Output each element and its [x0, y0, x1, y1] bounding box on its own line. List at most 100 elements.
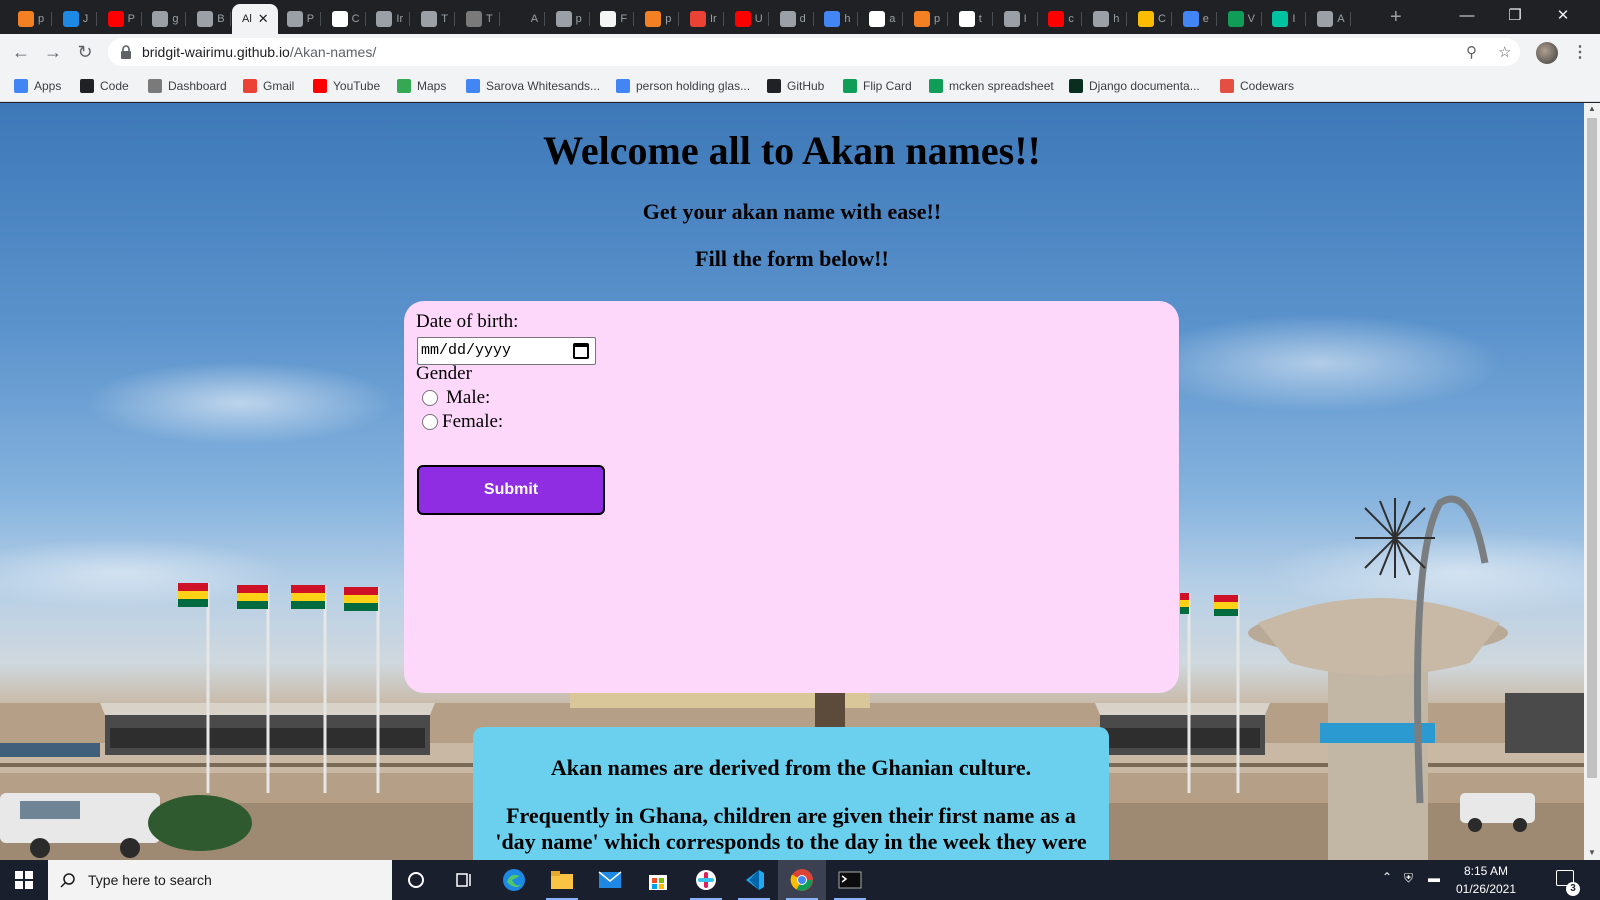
tab[interactable]: C	[322, 4, 366, 34]
tab-favicon-icon	[1272, 11, 1289, 27]
tab[interactable]: e	[1173, 4, 1217, 34]
tab[interactable]: I	[994, 4, 1038, 34]
tab[interactable]: V	[1218, 4, 1262, 34]
tab[interactable]: h	[814, 4, 859, 34]
bookmark-item[interactable]: Code	[80, 77, 129, 95]
lock-icon	[121, 45, 131, 59]
tab[interactable]: J	[53, 4, 97, 34]
edge-icon[interactable]	[490, 860, 538, 900]
tab-title: d	[799, 13, 806, 25]
bookmark-item[interactable]: Sarova Whitesands...	[466, 77, 600, 95]
slack-icon[interactable]	[682, 860, 730, 900]
security-tray-icon[interactable]: ⛨	[1404, 871, 1413, 886]
dob-date-input[interactable]: mm/dd/yyyy	[417, 337, 596, 365]
tab[interactable]: A	[1307, 4, 1352, 34]
male-label: Male:	[446, 387, 491, 408]
bookmark-item[interactable]: mcken spreadsheet	[929, 77, 1054, 95]
tab[interactable]: I	[1262, 4, 1307, 34]
submit-button[interactable]: Submit	[417, 465, 605, 515]
back-icon[interactable]: ←	[10, 41, 32, 63]
task-view-icon[interactable]	[440, 860, 488, 900]
address-bar[interactable]: bridgit-wairimu.github.io/Akan-names/ ⚲ …	[108, 38, 1520, 66]
chrome-icon[interactable]	[778, 860, 826, 900]
tab[interactable]: T	[411, 4, 456, 34]
tab[interactable]: Ir	[366, 4, 411, 34]
bookmark-item[interactable]: Flip Card	[843, 77, 912, 95]
scroll-up-icon[interactable]: ▲	[1588, 104, 1596, 113]
tab[interactable]: d	[770, 4, 814, 34]
tab[interactable]: P	[277, 4, 321, 34]
profile-avatar[interactable]	[1536, 42, 1558, 64]
battery-icon[interactable]: ▬	[1428, 871, 1440, 885]
tab[interactable]: p	[8, 4, 52, 34]
browser-tab-strip: + — ❐ ✕ p J Pg B Al ✕ P C Ir T T Ap Fp Ir Ud h a p t Ic h Ce V…	[0, 0, 1600, 34]
new-tab-button[interactable]: +	[1390, 6, 1402, 29]
tab[interactable]: U	[725, 4, 769, 34]
bookmark-star-icon[interactable]: ☆	[1498, 43, 1511, 61]
reload-icon[interactable]: ↻	[74, 41, 96, 63]
bookmark-item[interactable]: Codewars	[1220, 77, 1294, 95]
bookmark-item[interactable]: Apps	[14, 77, 61, 95]
calendar-icon[interactable]	[573, 343, 589, 359]
tab[interactable]: p	[904, 4, 948, 34]
tab-favicon-icon	[510, 11, 527, 27]
tab-active[interactable]: Al ✕	[232, 4, 278, 34]
bookmark-item[interactable]: Dashboard	[148, 77, 227, 95]
bookmark-label: Django documenta...	[1089, 79, 1200, 93]
tab-title: e	[1202, 13, 1209, 25]
minimize-button[interactable]: —	[1444, 0, 1490, 30]
bookmark-item[interactable]: Maps	[397, 77, 446, 95]
zoom-icon[interactable]: ⚲	[1466, 43, 1477, 61]
bookmark-item[interactable]: Gmail	[243, 77, 294, 95]
tab-title: P	[127, 13, 135, 25]
tab[interactable]: p	[635, 4, 680, 34]
browser-toolbar: ← → ↻ bridgit-wairimu.github.io/Akan-nam…	[0, 34, 1600, 70]
vscode-icon[interactable]	[730, 860, 778, 900]
tab[interactable]: F	[590, 4, 635, 34]
tab[interactable]: T	[456, 4, 500, 34]
cortana-icon[interactable]	[392, 860, 440, 900]
mail-icon[interactable]	[586, 860, 634, 900]
restore-button[interactable]: ❐	[1492, 0, 1538, 30]
tab-favicon-icon	[62, 11, 79, 27]
tab[interactable]: A	[501, 4, 545, 34]
close-window-button[interactable]: ✕	[1540, 0, 1586, 30]
clock-date[interactable]: 01/26/2021	[1446, 882, 1526, 896]
tab[interactable]: g	[142, 4, 187, 34]
tab-favicon-icon	[286, 11, 303, 27]
clock-time[interactable]: 8:15 AM	[1446, 864, 1526, 878]
tab-favicon-icon	[690, 11, 706, 27]
tab[interactable]: c	[1038, 4, 1083, 34]
tab[interactable]: P	[98, 4, 142, 34]
tab[interactable]: t	[949, 4, 993, 34]
store-icon[interactable]	[634, 860, 682, 900]
tab[interactable]: B	[187, 4, 232, 34]
scroll-down-icon[interactable]: ▼	[1588, 848, 1596, 857]
bookmark-item[interactable]: person holding glas...	[616, 77, 750, 95]
windows-taskbar: Type here to search ⌃ ⛨ ▬ 8:15 AM 01/26/…	[0, 860, 1600, 900]
female-radio[interactable]	[422, 414, 438, 430]
file-explorer-icon[interactable]	[538, 860, 586, 900]
tab-title: Ir	[710, 13, 717, 25]
tab[interactable]: a	[859, 4, 904, 34]
tab-close-icon[interactable]: ✕	[258, 11, 269, 27]
scrollbar-thumb[interactable]	[1587, 118, 1597, 778]
form-instruction: Fill the form below!!	[695, 246, 889, 271]
tab[interactable]: h	[1083, 4, 1128, 34]
forward-icon[interactable]: →	[42, 41, 64, 63]
bookmark-item[interactable]: Django documenta...	[1069, 77, 1200, 95]
tab[interactable]: C	[1128, 4, 1172, 34]
start-button[interactable]	[0, 860, 48, 900]
bookmark-item[interactable]: GitHub	[767, 77, 824, 95]
tab[interactable]: Ir	[680, 4, 724, 34]
tray-expand-icon[interactable]: ⌃	[1382, 870, 1392, 884]
bookmark-label: Code	[100, 79, 129, 93]
male-radio[interactable]	[422, 390, 438, 406]
browser-menu-icon[interactable]: ⋮	[1572, 42, 1588, 62]
taskbar-search[interactable]: Type here to search	[48, 860, 392, 900]
bookmark-item[interactable]: YouTube	[313, 77, 380, 95]
tab-favicon-icon	[1003, 11, 1020, 27]
tab[interactable]: p	[546, 4, 590, 34]
tab-title: p	[575, 13, 582, 25]
terminal-icon[interactable]	[826, 860, 874, 900]
